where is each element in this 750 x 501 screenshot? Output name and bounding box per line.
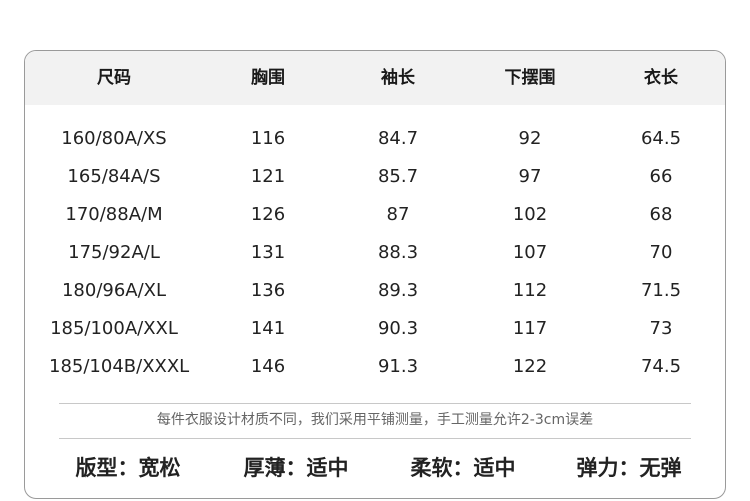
cell-length: 74.5	[640, 356, 682, 377]
cell-size: 185/100A/XXL	[50, 318, 178, 339]
header-length: 衣长	[644, 68, 678, 88]
cell-size: 165/84A/S	[67, 166, 161, 187]
cell-chest: 131	[250, 242, 286, 263]
cell-hem: 97	[518, 166, 542, 187]
cell-sleeve: 89.3	[377, 280, 419, 301]
cell-sleeve: 90.3	[377, 318, 419, 339]
cell-length: 66	[649, 166, 673, 187]
cell-sleeve: 88.3	[377, 242, 419, 263]
header-hem: 下摆围	[504, 68, 556, 88]
header-size: 尺码	[97, 68, 131, 88]
cell-chest: 146	[250, 356, 286, 377]
fabric-properties: 版型：宽松 厚薄：适中 柔软：适中 弹力：无弹	[25, 451, 725, 485]
property-value: 宽松	[138, 456, 181, 480]
cell-sleeve: 84.7	[377, 128, 419, 149]
cell-chest: 126	[250, 204, 286, 225]
cell-sleeve: 91.3	[377, 356, 419, 377]
cell-hem: 112	[512, 280, 548, 301]
table-header: 尺码 胸围 袖长 下摆围 衣长	[25, 51, 725, 105]
cell-size: 175/92A/L	[68, 242, 160, 263]
cell-sleeve: 87	[386, 204, 410, 225]
property-fit: 版型：宽松	[75, 456, 181, 480]
property-label: 版型	[75, 456, 118, 480]
cell-size: 180/96A/XL	[61, 280, 167, 301]
cell-chest: 116	[250, 128, 286, 149]
property-thickness: 厚薄：适中	[243, 456, 349, 480]
cell-hem: 102	[512, 204, 548, 225]
cell-length: 70	[649, 242, 673, 263]
cell-length: 71.5	[640, 280, 682, 301]
property-label: 厚薄	[243, 456, 286, 480]
cell-size: 160/80A/XS	[61, 128, 167, 149]
header-sleeve: 袖长	[381, 68, 415, 88]
cell-sleeve: 85.7	[377, 166, 419, 187]
property-elasticity: 弹力：无弹	[576, 456, 682, 480]
cell-chest: 141	[250, 318, 286, 339]
cell-hem: 107	[512, 242, 548, 263]
cell-hem: 92	[518, 128, 542, 149]
property-label: 柔软	[410, 456, 453, 480]
header-chest: 胸围	[251, 68, 285, 88]
size-chart-card: 尺码 胸围 袖长 下摆围 衣长 160/80A/XS 116 84.7 92 6…	[24, 50, 726, 499]
cell-hem: 117	[512, 318, 548, 339]
cell-chest: 136	[250, 280, 286, 301]
cell-size: 185/104B/XXXL	[49, 356, 190, 377]
property-value: 适中	[473, 456, 516, 480]
cell-chest: 121	[250, 166, 286, 187]
measurement-note: 每件衣服设计材质不同，我们采用平铺测量，手工测量允许2-3cm误差	[59, 403, 691, 439]
cell-hem: 122	[512, 356, 548, 377]
cell-length: 64.5	[640, 128, 682, 149]
property-softness: 柔软：适中	[410, 456, 516, 480]
property-value: 无弹	[639, 456, 682, 480]
cell-length: 73	[649, 318, 673, 339]
cell-size: 170/88A/M	[65, 204, 163, 225]
cell-length: 68	[649, 204, 673, 225]
property-label: 弹力	[576, 456, 619, 480]
property-value: 适中	[306, 456, 349, 480]
